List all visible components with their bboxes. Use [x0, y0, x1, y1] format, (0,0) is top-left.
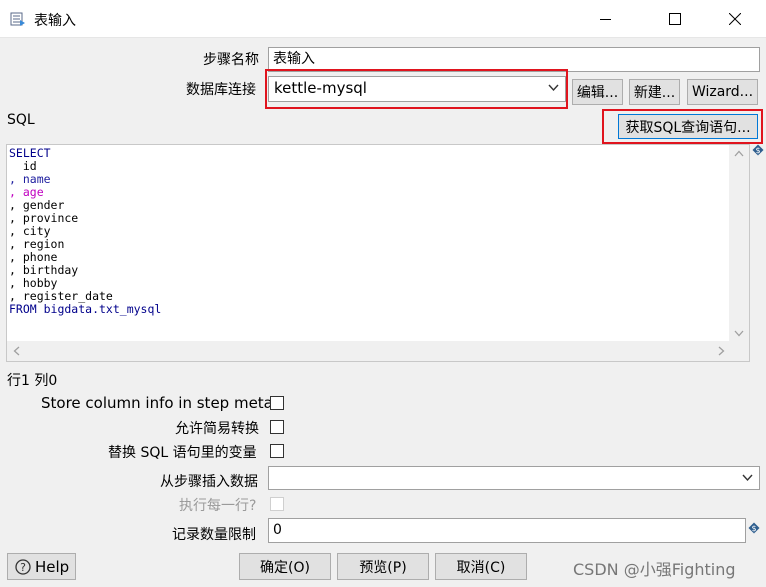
sql-editor[interactable]: SELECT id , name , age , gender , provin… — [6, 144, 750, 362]
help-icon: ? — [15, 558, 31, 575]
store-column-info-label: Store column info in step meta — [41, 394, 273, 412]
scroll-right-icon[interactable] — [718, 346, 725, 356]
wizard-button[interactable]: Wizard... — [687, 79, 758, 105]
lazy-conversion-label: 允许简易转换 — [175, 421, 259, 437]
cancel-button[interactable]: 取消(C) — [435, 553, 527, 580]
sql-line: FROM bigdata.txt_mysql — [9, 302, 162, 316]
variable-dollar-icon: $ — [752, 144, 764, 156]
new-connection-button[interactable]: 新建... — [629, 79, 680, 105]
scroll-down-icon[interactable] — [734, 330, 744, 337]
insert-data-from-step-label: 从步骤插入数据 — [160, 474, 258, 490]
ok-button[interactable]: 确定(O) — [239, 553, 331, 580]
maximize-icon — [669, 13, 681, 25]
edit-connection-button[interactable]: 编辑... — [572, 79, 623, 105]
variable-dollar-icon: $ — [748, 522, 760, 534]
sql-code: SELECT id , name , age , gender , provin… — [9, 147, 161, 316]
title-bar: 表输入 — [0, 0, 766, 38]
vertical-scrollbar[interactable] — [729, 145, 749, 343]
svg-text:$: $ — [751, 524, 756, 533]
limit-label: 记录数量限制 — [172, 527, 256, 543]
insert-data-from-step-select[interactable] — [268, 466, 760, 490]
get-sql-button[interactable]: 获取SQL查询语句... — [618, 114, 758, 139]
limit-input[interactable]: 0 — [268, 518, 746, 543]
maximize-button[interactable] — [652, 0, 698, 38]
execute-each-row-checkbox — [270, 497, 284, 511]
scroll-up-icon[interactable] — [734, 150, 744, 157]
replace-variables-label: 替换 SQL 语句里的变量 — [108, 445, 257, 461]
step-name-label: 步骤名称 — [203, 52, 259, 68]
lazy-conversion-checkbox[interactable] — [270, 420, 284, 434]
close-icon — [729, 13, 741, 25]
svg-text:?: ? — [20, 561, 26, 574]
preview-button[interactable]: 预览(P) — [337, 553, 429, 580]
db-connection-label: 数据库连接 — [186, 82, 256, 98]
horizontal-scrollbar[interactable] — [7, 341, 731, 361]
store-column-info-checkbox[interactable] — [270, 396, 284, 410]
sql-label: SQL — [7, 112, 35, 128]
svg-text:$: $ — [755, 146, 760, 155]
chevron-down-icon — [742, 474, 753, 482]
connection-highlight-box — [265, 69, 568, 109]
window-title: 表输入 — [34, 13, 76, 29]
close-button[interactable] — [712, 0, 758, 38]
execute-each-row-label: 执行每一行? — [179, 498, 257, 514]
replace-variables-checkbox[interactable] — [270, 444, 284, 458]
scrollbar-corner — [729, 341, 749, 361]
minimize-button[interactable] — [583, 0, 629, 38]
scroll-left-icon[interactable] — [13, 346, 20, 356]
minimize-icon — [600, 19, 611, 20]
watermark-text: CSDN @小强Fighting — [573, 560, 736, 579]
help-label: Help — [35, 557, 70, 576]
help-button[interactable]: ? Help — [7, 553, 76, 580]
table-input-icon — [10, 12, 25, 26]
cursor-position: 行1 列0 — [7, 373, 58, 389]
